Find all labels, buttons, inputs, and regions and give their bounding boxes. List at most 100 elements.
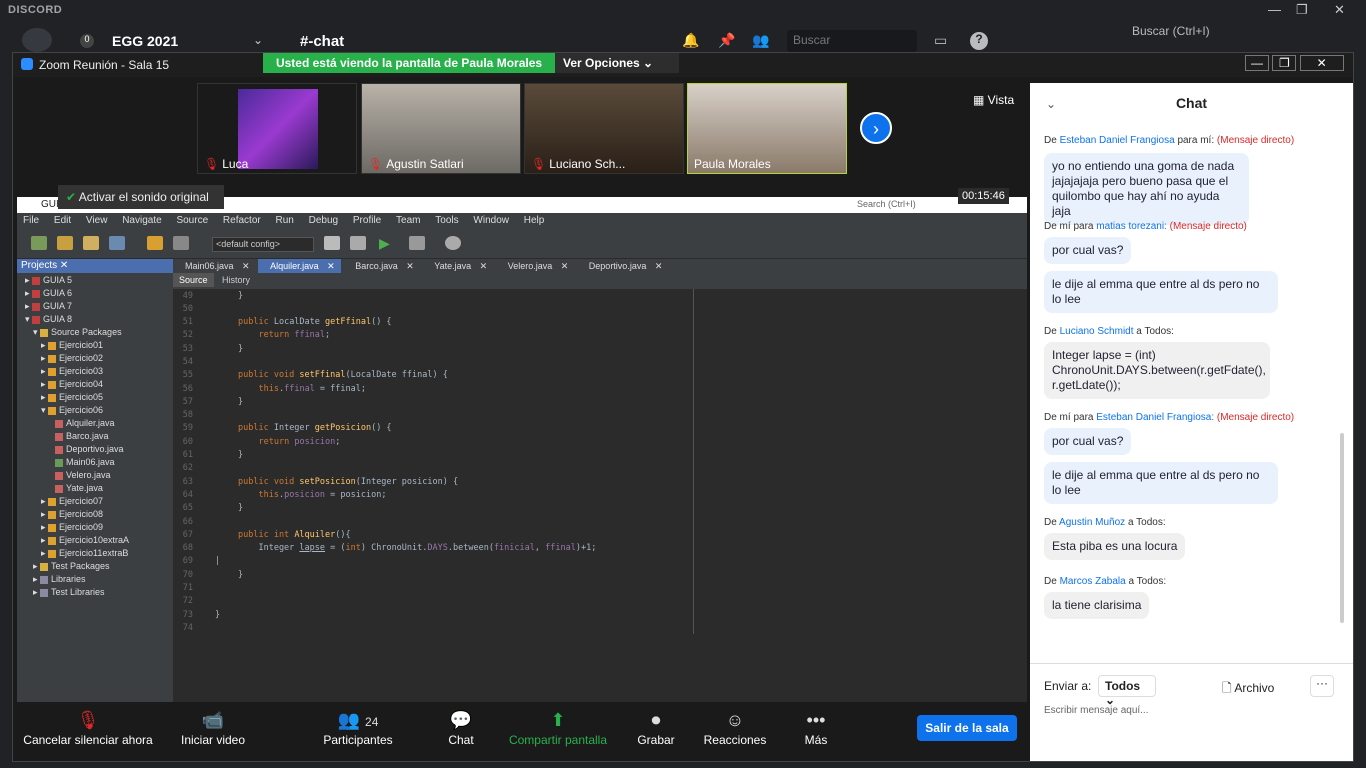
zoom-window-controls[interactable]: — ❐ ✕ [1245,55,1344,71]
tree-item[interactable]: ▸ Ejercicio10extraA [17,535,173,548]
start-video-button[interactable]: 📹 Iniciar video [173,703,253,761]
tree-item[interactable]: ▸ Ejercicio07 [17,496,173,509]
tree-item[interactable]: ▸ GUIA 5 [17,275,173,288]
vista-button[interactable]: ▦ Vista [973,93,1014,107]
close-icon[interactable]: ✕ [1299,55,1344,71]
participants-button[interactable]: 👥 24 Participantes [318,703,398,761]
tab-alquiler[interactable]: Alquiler.java ✕ [258,259,341,273]
tab-main06[interactable]: Main06.java ✕ [173,259,256,273]
tree-item[interactable]: Yate.java [17,483,173,496]
tree-item[interactable]: ▸ GUIA 6 [17,288,173,301]
maximize-icon[interactable]: ❐ [1272,55,1297,71]
next-page-arrow-icon[interactable]: › [860,112,892,144]
members-icon[interactable]: 👥 [752,32,769,49]
video-tile[interactable]: 🎙 Agustin Satlari [361,83,521,174]
menu-run[interactable]: Run [276,213,294,226]
video-tile-active[interactable]: Paula Morales [687,83,847,174]
discord-search-input[interactable]: Buscar [787,30,917,52]
inbox-icon[interactable]: ▭ [934,32,947,49]
more-button[interactable]: ••• Más [798,703,834,761]
tab-yate[interactable]: Yate.java ✕ [422,259,493,273]
menu-source[interactable]: Source [176,213,208,226]
tree-item[interactable]: ▾ Source Packages [17,327,173,340]
video-tile[interactable]: 🎙 Luca [197,83,357,174]
right-search-input[interactable]: Buscar (Ctrl+I) [1132,24,1210,38]
video-tile[interactable]: 🎙 Luciano Sch... [524,83,684,174]
config-select[interactable]: <default config> [212,237,314,252]
server-name[interactable]: EGG 2021 [112,33,178,49]
history-tab[interactable]: History [216,273,256,287]
tree-item[interactable]: ▸ Libraries [17,574,173,587]
minimize-icon[interactable]: — [1245,55,1269,71]
tree-item[interactable]: ▸ Ejercicio05 [17,392,173,405]
tree-item[interactable]: ▸ Ejercicio04 [17,379,173,392]
tree-item[interactable]: ▾ Ejercicio06 [17,405,173,418]
chevron-down-icon[interactable]: ⌄ [253,33,263,47]
run-icon[interactable]: ▶ [379,235,390,252]
share-screen-button[interactable]: ⬆ Compartir pantalla [506,703,610,761]
pin-icon[interactable]: 📌 [718,32,735,49]
menu-help[interactable]: Help [524,213,545,226]
chat-more-button[interactable]: ··· [1310,675,1334,697]
leave-room-button[interactable]: Salir de la sala [917,715,1017,741]
tree-item[interactable]: ▸ Ejercicio01 [17,340,173,353]
tree-item[interactable]: ▸ GUIA 7 [17,301,173,314]
menu-navigate[interactable]: Navigate [122,213,161,226]
tab-deportivo[interactable]: Deportivo.java ✕ [577,259,669,273]
unmute-button[interactable]: 🎙 Cancelar silenciar ahora [23,703,153,761]
new-project-icon[interactable] [31,236,47,250]
help-icon[interactable]: ? [970,32,988,50]
tree-item[interactable]: ▾ GUIA 8 [17,314,173,327]
maximize-icon[interactable]: ❐ [1296,2,1308,18]
tree-item[interactable]: ▸ Test Packages [17,561,173,574]
debug-icon[interactable] [409,236,425,250]
tree-item[interactable]: Velero.java [17,470,173,483]
menu-refactor[interactable]: Refactor [223,213,261,226]
original-sound-toggle[interactable]: ✔ Activar el sonido original [58,185,224,209]
netbeans-search[interactable]: Search (Ctrl+I) [857,199,916,209]
file-button[interactable]: 🗋 Archivo [1222,679,1274,700]
menu-team[interactable]: Team [396,213,420,226]
menu-profile[interactable]: Profile [353,213,381,226]
menu-debug[interactable]: Debug [309,213,338,226]
redo-icon[interactable] [173,236,189,250]
tree-item[interactable]: ▸ Ejercicio02 [17,353,173,366]
open-project-icon[interactable] [83,236,99,250]
tab-velero[interactable]: Velero.java ✕ [496,259,575,273]
menu-file[interactable]: File [23,213,39,226]
menu-tools[interactable]: Tools [435,213,458,226]
message-input[interactable]: Escribir mensaje aquí... [1044,705,1149,716]
menu-window[interactable]: Window [473,213,509,226]
tree-item[interactable]: Deportivo.java [17,444,173,457]
tree-item[interactable]: Barco.java [17,431,173,444]
clean-build-icon[interactable] [350,236,366,250]
new-file-icon[interactable] [57,236,73,250]
tree-item[interactable]: ▸ Test Libraries [17,587,173,600]
minimize-icon[interactable]: — [1268,2,1281,17]
close-icon[interactable]: ✕ [60,260,68,271]
source-tab[interactable]: Source [173,273,214,287]
code-area[interactable]: 49 50 51 52 53 54 55 56 57 58 59 60 61 6… [173,289,1027,702]
reactions-button[interactable]: ☺ Reacciones [703,703,767,761]
tree-item[interactable]: ▸ Ejercicio09 [17,522,173,535]
build-icon[interactable] [324,236,340,250]
undo-icon[interactable] [147,236,163,250]
menu-view[interactable]: View [86,213,108,226]
discord-home-icon[interactable] [22,28,52,52]
chat-scrollbar[interactable] [1340,433,1344,623]
chat-button[interactable]: 💬 Chat [441,703,481,761]
save-all-icon[interactable] [109,236,125,250]
tree-item[interactable]: ▸ Ejercicio08 [17,509,173,522]
recipient-select[interactable]: Todos ⌄ [1098,675,1156,707]
record-button[interactable]: ⏺ Grabar [633,703,679,761]
tree-item[interactable]: Main06.java [17,457,173,470]
profile-icon[interactable] [445,236,461,250]
tab-barco[interactable]: Barco.java ✕ [343,259,420,273]
tree-item[interactable]: ▸ Ejercicio11extraB [17,548,173,561]
view-options-button[interactable]: Ver Opciones ⌄ [555,53,679,73]
tree-item[interactable]: ▸ Ejercicio03 [17,366,173,379]
tree-item[interactable]: Alquiler.java [17,418,173,431]
menu-edit[interactable]: Edit [54,213,71,226]
projects-tab[interactable]: Projects ✕ [17,259,173,273]
bell-icon[interactable]: 🔔 [682,32,699,49]
